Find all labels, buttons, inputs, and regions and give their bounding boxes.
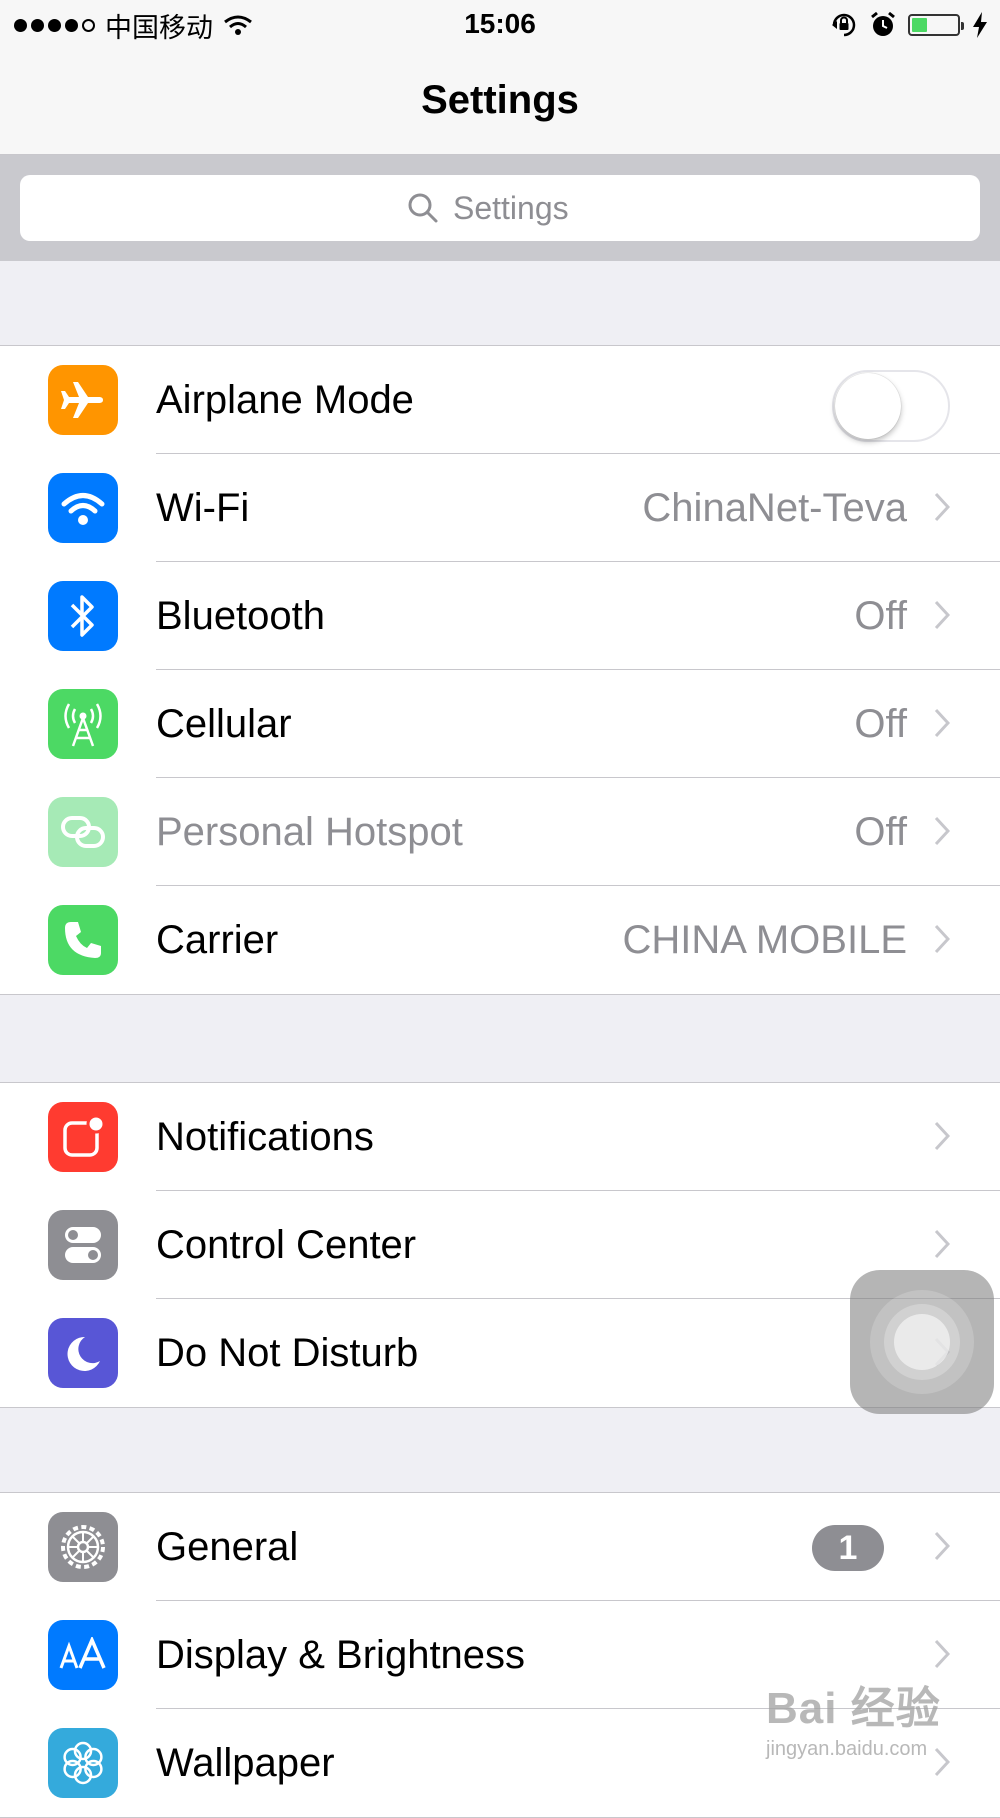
charging-icon (973, 12, 987, 38)
hotspot-icon (48, 797, 118, 867)
wifi-icon (48, 473, 118, 543)
settings-row-wifi[interactable]: Wi-Fi ChinaNet-Teva (0, 454, 1000, 562)
settings-group-general: General 1 Display & Brightness Wallpaper (0, 1492, 1000, 1818)
airplane-mode-toggle[interactable] (832, 370, 950, 442)
watermark-url: jingyan.baidu.com (766, 1738, 928, 1760)
display-brightness-label: Display & Brightness (156, 1633, 526, 1677)
bluetooth-value: Off (854, 594, 907, 638)
settings-row-general[interactable]: General 1 (0, 1493, 1000, 1601)
notifications-label: Notifications (156, 1115, 374, 1159)
carrier-value: CHINA MOBILE (622, 918, 907, 962)
wifi-label: Wi-Fi (156, 486, 250, 530)
bluetooth-icon (48, 581, 118, 651)
airplane-mode-label: Airplane Mode (156, 378, 414, 422)
control-center-label: Control Center (156, 1223, 417, 1267)
assistive-touch-button[interactable] (850, 1270, 994, 1414)
settings-group-connectivity: Airplane Mode Wi-Fi ChinaNet-Teva Blueto… (0, 345, 1000, 995)
phone-icon (48, 905, 118, 975)
chevron-right-icon (934, 816, 950, 846)
watermark-logo: Bai 经验 jingyan.baidu.com (766, 1672, 986, 1762)
gear-icon (48, 1512, 118, 1582)
chevron-right-icon (934, 1531, 950, 1561)
bluetooth-label: Bluetooth (156, 594, 326, 638)
personal-hotspot-value: Off (854, 810, 907, 854)
chevron-right-icon (934, 1639, 950, 1669)
settings-row-carrier[interactable]: Carrier CHINA MOBILE (0, 886, 1000, 994)
page-title: Settings (421, 78, 579, 122)
navigation-bar: Settings (0, 50, 1000, 155)
wifi-value: ChinaNet-Teva (642, 486, 907, 530)
status-bar: 中国移动 15:06 (0, 0, 1000, 50)
general-label: General (156, 1525, 299, 1569)
chevron-right-icon (934, 1121, 950, 1151)
carrier-label: Carrier (156, 918, 279, 962)
cellular-value: Off (854, 702, 907, 746)
display-icon (48, 1620, 118, 1690)
airplane-icon (48, 365, 118, 435)
cellular-icon (48, 689, 118, 759)
chevron-right-icon (934, 708, 950, 738)
cellular-label: Cellular (156, 702, 292, 746)
wallpaper-icon (48, 1728, 118, 1798)
watermark-logo-text: Bai 经验 (766, 1684, 941, 1733)
settings-row-control-center[interactable]: Control Center (0, 1191, 1000, 1299)
moon-icon (48, 1318, 118, 1388)
alarm-icon (871, 11, 895, 36)
notifications-icon (48, 1102, 118, 1172)
chevron-right-icon (934, 924, 950, 954)
do-not-disturb-label: Do Not Disturb (156, 1331, 419, 1375)
settings-row-cellular[interactable]: Cellular Off (0, 670, 1000, 778)
orientation-lock-icon (832, 13, 856, 37)
control-center-icon (48, 1210, 118, 1280)
chevron-right-icon (934, 492, 950, 522)
settings-row-personal-hotspot[interactable]: Personal Hotspot Off (0, 778, 1000, 886)
personal-hotspot-label: Personal Hotspot (156, 810, 463, 854)
search-icon (408, 193, 438, 223)
settings-row-airplane-mode: Airplane Mode (0, 346, 1000, 454)
chevron-right-icon (934, 1229, 950, 1259)
search-field[interactable] (20, 175, 980, 241)
update-badge: 1 (812, 1525, 884, 1571)
search-input[interactable] (453, 189, 593, 227)
wallpaper-label: Wallpaper (156, 1741, 335, 1785)
chevron-right-icon (934, 600, 950, 630)
battery-icon (908, 14, 964, 36)
search-bar (0, 155, 1000, 261)
settings-row-notifications[interactable]: Notifications (0, 1083, 1000, 1191)
settings-row-bluetooth[interactable]: Bluetooth Off (0, 562, 1000, 670)
